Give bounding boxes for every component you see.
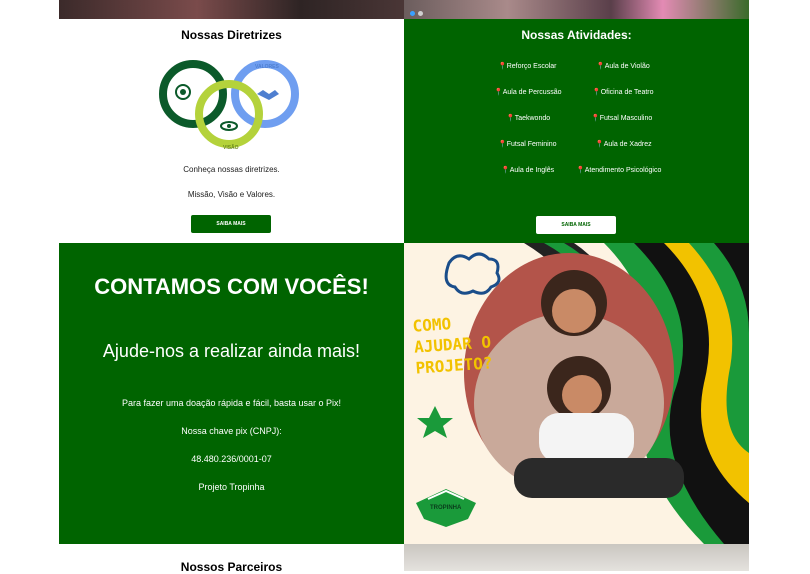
cloud-icon — [444, 252, 501, 295]
carousel-dot-active[interactable] — [410, 11, 415, 16]
pin-icon: 📍 — [591, 115, 600, 122]
missao-ring — [159, 60, 227, 128]
top-left-image-strip — [59, 0, 404, 19]
donation-project-name: Projeto Tropinha — [198, 482, 265, 492]
visao-label: VISÃO — [223, 144, 239, 151]
diretrizes-title: Nossas Diretrizes — [181, 28, 282, 42]
banner-artwork — [416, 243, 749, 544]
activity-item: 📍Aula de Percussão — [494, 89, 562, 96]
pin-icon: 📍 — [494, 89, 503, 96]
atividades-title: Nossas Atividades: — [521, 28, 632, 42]
diretrizes-text-1: Conheça nossas diretrizes. — [183, 165, 280, 174]
donation-section: CONTAMOS COM VOCÊS! Ajude-nos a realizar… — [59, 243, 404, 544]
atividades-saiba-mais-button[interactable]: SAIBA MAIS — [536, 216, 616, 234]
valores-label: VALORES — [255, 64, 279, 70]
donation-pix-label: Nossa chave pix (CNPJ): — [181, 426, 282, 436]
pin-icon: 📍 — [576, 167, 585, 174]
diretrizes-text-2: Missão, Visão e Valores. — [187, 190, 276, 199]
activity-item: 📍Aula de Xadrez — [595, 141, 652, 148]
parceiros-title: Nossos Parceiros — [180, 560, 283, 574]
donation-subheading: Ajude-nos a realizar ainda mais! — [102, 341, 361, 361]
pin-icon: 📍 — [592, 89, 601, 96]
activity-item: 📍Aula de Inglês — [501, 167, 555, 174]
como-ajudar-banner[interactable]: COMO AJUDAR O PROJETO? TROPINHA — [404, 243, 749, 544]
carousel-dot[interactable] — [418, 11, 423, 16]
bottom-right-image — [404, 544, 749, 571]
visao-ring — [195, 80, 263, 148]
star-icon — [417, 406, 453, 438]
diretrizes-section: Nossas Diretrizes MISSÃO VALORES VISÃO C… — [59, 19, 404, 243]
diretrizes-rings-logo: MISSÃO VALORES VISÃO — [159, 60, 299, 151]
parceiros-section: Nossos Parceiros — [59, 544, 404, 574]
activity-item: 📍Aula de Violão — [596, 63, 650, 70]
activity-item: 📍Taekwondo — [506, 115, 551, 122]
activity-item: 📍Futsal Masculino — [591, 115, 653, 122]
activity-item: 📍Reforço Escolar — [498, 63, 557, 70]
pin-icon: 📍 — [498, 63, 507, 70]
donation-heading: CONTAMOS COM VOCÊS! — [94, 274, 369, 299]
missao-label: MISSÃO — [181, 63, 201, 70]
diretrizes-saiba-mais-button[interactable]: SAIBA MAIS — [191, 215, 271, 233]
activity-item: 📍Futsal Feminino — [498, 141, 557, 148]
atividades-section: Nossas Atividades: 📍Reforço Escolar 📍Aul… — [404, 19, 749, 243]
donation-cnpj: 48.480.236/0001-07 — [191, 454, 272, 464]
pin-icon: 📍 — [501, 167, 510, 174]
donation-pix-text: Para fazer uma doação rápida e fácil, ba… — [121, 398, 342, 408]
pin-icon: 📍 — [498, 141, 507, 148]
como-ajudar-text: COMO AJUDAR O PROJETO? — [412, 310, 493, 378]
activity-item: 📍Atendimento Psicológico — [576, 167, 662, 174]
pin-icon: 📍 — [595, 141, 604, 148]
pin-icon: 📍 — [596, 63, 605, 70]
activity-item: 📍Oficina de Teatro — [592, 89, 654, 96]
pin-icon: 📍 — [506, 115, 515, 122]
handshake-icon — [257, 90, 279, 100]
top-right-image-strip — [404, 0, 749, 19]
tropinha-badge-label: TROPINHA — [430, 505, 462, 511]
